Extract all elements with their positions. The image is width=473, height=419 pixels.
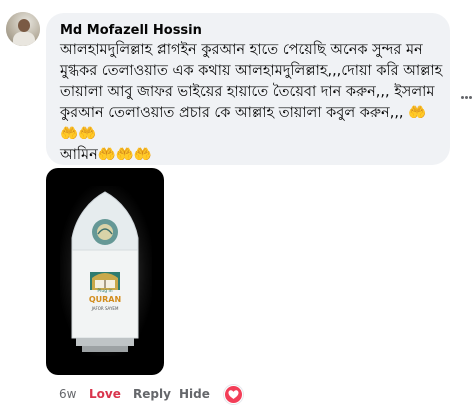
lamp-sublabel: Plug in: [97, 289, 113, 294]
comment-text: আলহামদুলিল্লাহ প্লাগইন কুরআন হাতে পেয়েছ…: [60, 40, 444, 166]
avatar-shirt: [13, 32, 35, 46]
comment-photo[interactable]: QURAN Plug in JAFOR SAYEM: [46, 168, 164, 375]
hide-button[interactable]: Hide: [179, 387, 210, 401]
heart-reaction-icon[interactable]: [224, 385, 243, 404]
heart-icon: [228, 390, 239, 399]
more-icon[interactable]: [461, 84, 473, 99]
reply-button[interactable]: Reply: [133, 387, 171, 401]
comment-timestamp[interactable]: 6w: [59, 387, 76, 401]
emoji-group-2: 🤲🤲🤲: [97, 147, 152, 163]
avatar-face: [18, 19, 30, 32]
comment-bubble: Md Mofazell Hossin আলহামদুলিল্লাহ প্লাগই…: [46, 13, 450, 165]
love-button[interactable]: Love: [89, 387, 121, 401]
lamp-footer: JAFOR SAYEM: [91, 306, 119, 311]
comment-body: আলহামদুলিল্লাহ প্লাগইন কুরআন হাতে পেয়েছ…: [60, 42, 447, 121]
comment-author[interactable]: Md Mofazell Hossin: [60, 23, 202, 38]
lamp-label: QURAN: [88, 295, 122, 304]
comment-amen: আমিন: [60, 147, 98, 163]
avatar[interactable]: [6, 12, 40, 46]
quran-lamp-image: [71, 191, 139, 352]
